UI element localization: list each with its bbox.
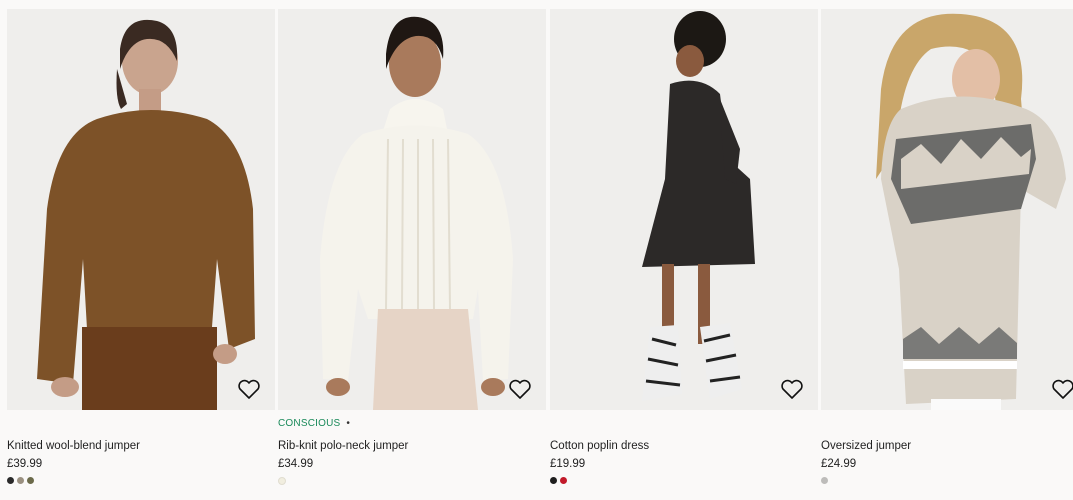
product-price: £39.99 bbox=[7, 458, 43, 470]
product-image[interactable] bbox=[7, 9, 275, 410]
color-swatches bbox=[821, 477, 1073, 484]
color-swatch[interactable] bbox=[17, 477, 24, 484]
product-price: £19.99 bbox=[550, 458, 586, 470]
product-price: £24.99 bbox=[821, 458, 857, 470]
product-card[interactable]: Knitted wool-blend jumper £39.99 bbox=[7, 9, 275, 489]
product-price: £34.99 bbox=[278, 458, 314, 470]
product-grid: Knitted wool-blend jumper £39.99 CONSCIO… bbox=[0, 0, 1073, 500]
product-title[interactable]: Knitted wool-blend jumper bbox=[7, 440, 275, 452]
tagline bbox=[7, 418, 275, 432]
color-swatches bbox=[550, 477, 818, 484]
color-swatch[interactable] bbox=[821, 477, 828, 484]
product-title[interactable]: Rib-knit polo-neck jumper bbox=[278, 440, 546, 452]
color-swatch[interactable] bbox=[27, 477, 34, 484]
tagline: CONSCIOUS • bbox=[278, 418, 546, 432]
color-swatch[interactable] bbox=[7, 477, 14, 484]
product-image[interactable] bbox=[821, 9, 1073, 410]
color-swatches bbox=[278, 477, 546, 485]
product-title[interactable]: Cotton poplin dress bbox=[550, 440, 818, 452]
heart-icon[interactable] bbox=[237, 378, 261, 400]
product-card[interactable]: CONSCIOUS • Rib-knit polo-neck jumper £34… bbox=[278, 9, 546, 489]
product-card[interactable]: Cotton poplin dress £19.99 bbox=[550, 9, 818, 489]
color-swatch[interactable] bbox=[278, 477, 286, 485]
tag-separator: • bbox=[346, 418, 351, 429]
color-swatch[interactable] bbox=[550, 477, 557, 484]
color-swatches bbox=[7, 477, 275, 484]
product-card[interactable]: Oversized jumper £24.99 bbox=[821, 9, 1073, 489]
heart-icon[interactable] bbox=[1051, 378, 1073, 400]
heart-icon[interactable] bbox=[780, 378, 804, 400]
tagline bbox=[821, 418, 1073, 432]
tagline bbox=[550, 418, 818, 432]
heart-icon[interactable] bbox=[508, 378, 532, 400]
product-image[interactable] bbox=[278, 9, 546, 410]
color-swatch[interactable] bbox=[560, 477, 567, 484]
product-image[interactable] bbox=[550, 9, 818, 410]
product-title[interactable]: Oversized jumper bbox=[821, 440, 1073, 452]
conscious-tag[interactable]: CONSCIOUS bbox=[278, 418, 340, 429]
